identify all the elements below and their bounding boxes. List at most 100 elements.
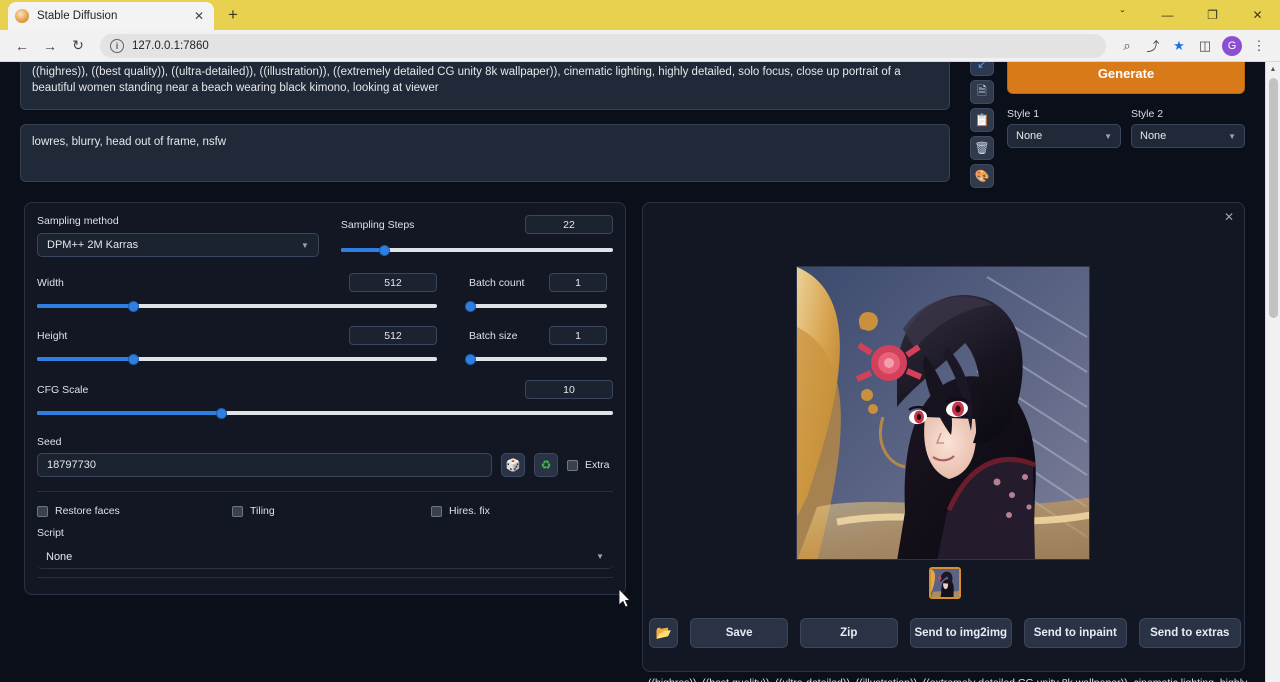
restore-progress-icon[interactable]: ↙ — [970, 62, 994, 76]
height-value[interactable]: 512 — [349, 326, 437, 345]
styles-palette-icon[interactable]: 🎨 — [970, 164, 994, 188]
thumbnail-svg — [931, 569, 959, 597]
script-select[interactable]: None ▼ — [37, 545, 613, 569]
cfg-scale-label: CFG Scale — [37, 384, 88, 396]
gallery-thumbnails — [643, 567, 1246, 599]
info-prompt-line: ((highres)), ((best quality)), ((ultra-d… — [648, 675, 1248, 682]
forward-icon[interactable]: → — [36, 32, 64, 60]
script-label: Script — [37, 527, 613, 539]
restore-faces-checkbox[interactable]: Restore faces — [37, 505, 232, 517]
stable-diffusion-favicon — [15, 9, 29, 23]
maximize-icon[interactable]: ❐ — [1190, 0, 1235, 30]
tab-search-chevron-down-icon[interactable]: ˇ — [1100, 0, 1145, 30]
sampling-method-value: DPM++ 2M Karras — [47, 239, 138, 251]
sampling-steps-label: Sampling Steps — [341, 219, 415, 231]
send-to-inpaint-button[interactable]: Send to inpaint — [1024, 618, 1126, 648]
sampling-method-select[interactable]: DPM++ 2M Karras ▼ — [37, 233, 319, 257]
share-icon[interactable]: ⤴ — [1140, 33, 1166, 59]
save-button[interactable]: Save — [690, 618, 788, 648]
height-batchsize-row: Height 512 Batch size 1 — [37, 326, 613, 366]
send-to-extras-button[interactable]: Send to extras — [1139, 618, 1241, 648]
cfg-scale-slider[interactable] — [37, 406, 613, 420]
tab-title: Stable Diffusion — [37, 10, 191, 22]
restore-faces-checkbox-box[interactable] — [37, 506, 48, 517]
minimize-icon[interactable]: — — [1145, 0, 1190, 30]
browser-window: Stable Diffusion ✕ + ˇ — ❐ ✕ ← → ↻ i 127… — [0, 0, 1280, 682]
menu-icon[interactable]: ⋮ — [1246, 33, 1272, 59]
cfg-scale-value[interactable]: 10 — [525, 380, 613, 399]
hires-fix-checkbox-box[interactable] — [431, 506, 442, 517]
batch-count-value[interactable]: 1 — [549, 273, 607, 292]
scroll-up-arrow-icon[interactable]: ▲ — [1266, 62, 1280, 76]
style-1-group: Style 1 None ▼ — [1007, 108, 1121, 148]
width-slider[interactable] — [37, 299, 437, 313]
sampling-steps-slider[interactable] — [341, 243, 613, 257]
prompt-tools: ↙ 🗎 📋 🗑 🎨 — [970, 62, 994, 188]
side-panel-icon[interactable]: ◫ — [1192, 33, 1218, 59]
tiling-checkbox[interactable]: Tiling — [232, 505, 431, 517]
generate-button[interactable]: Generate — [1007, 62, 1245, 94]
sampling-steps-group: Sampling Steps 22 — [341, 215, 613, 257]
address-bar[interactable]: i 127.0.0.1:7860 — [100, 34, 1106, 58]
random-seed-dice-icon[interactable]: 🎲 — [501, 453, 525, 477]
style-2-value: None — [1140, 130, 1166, 142]
new-tab-button[interactable]: + — [220, 2, 246, 28]
profile-avatar[interactable]: G — [1222, 36, 1242, 56]
page-scrollbar[interactable]: ▲ — [1265, 62, 1280, 682]
batch-count-label: Batch count — [469, 277, 524, 289]
restore-faces-label: Restore faces — [55, 505, 120, 517]
result-panel: ✕ — [642, 202, 1245, 672]
close-icon[interactable]: ✕ — [191, 8, 207, 24]
style-1-select[interactable]: None ▼ — [1007, 124, 1121, 148]
tab-strip: Stable Diffusion ✕ + ˇ — ❐ ✕ — [0, 0, 1280, 30]
batch-size-label: Batch size — [469, 330, 517, 342]
extra-checkbox[interactable]: Extra — [567, 459, 610, 471]
batch-count-slider[interactable] — [469, 299, 607, 313]
sampling-method-group: Sampling method DPM++ 2M Karras ▼ — [37, 215, 319, 257]
bookmark-star-icon[interactable]: ★ — [1166, 33, 1192, 59]
chevron-down-icon: ▼ — [301, 241, 309, 250]
seed-input[interactable]: 18797730 — [37, 453, 492, 477]
page-viewport: ((highres)), ((best quality)), ((ultra-d… — [0, 62, 1280, 682]
gallery-thumbnail[interactable] — [929, 567, 961, 599]
site-info-icon[interactable]: i — [110, 39, 124, 53]
extra-checkbox-box[interactable] — [567, 460, 578, 471]
window-close-icon[interactable]: ✕ — [1235, 0, 1280, 30]
batch-size-slider[interactable] — [469, 352, 607, 366]
reload-icon[interactable]: ↻ — [64, 32, 92, 60]
chevron-down-icon: ▼ — [1104, 132, 1112, 141]
style-2-label: Style 2 — [1131, 108, 1245, 120]
script-value: None — [46, 551, 72, 563]
window-controls: ˇ — ❐ ✕ — [1100, 0, 1280, 30]
url-text: 127.0.0.1:7860 — [132, 40, 209, 52]
sampling-steps-value[interactable]: 22 — [525, 215, 613, 234]
reuse-seed-recycle-icon[interactable]: ♻ — [534, 453, 558, 477]
search-icon[interactable]: ⌕ — [1114, 33, 1140, 59]
back-icon[interactable]: ← — [8, 32, 36, 60]
open-folder-button[interactable]: 📂 — [649, 618, 678, 648]
batch-size-value[interactable]: 1 — [549, 326, 607, 345]
close-icon[interactable]: ✕ — [1224, 210, 1234, 224]
clear-prompt-icon[interactable]: 🗑 — [970, 136, 994, 160]
style-1-label: Style 1 — [1007, 108, 1121, 120]
mouse-cursor — [619, 589, 633, 609]
paste-icon[interactable]: 🗎 — [970, 80, 994, 104]
scrollbar-thumb[interactable] — [1269, 78, 1278, 318]
hires-fix-checkbox[interactable]: Hires. fix — [431, 505, 490, 517]
positive-prompt-input[interactable]: ((highres)), ((best quality)), ((ultra-d… — [20, 62, 950, 110]
generation-info: ((highres)), ((best quality)), ((ultra-d… — [648, 675, 1248, 682]
width-value[interactable]: 512 — [349, 273, 437, 292]
send-to-img2img-button[interactable]: Send to img2img — [910, 618, 1012, 648]
browser-tab[interactable]: Stable Diffusion ✕ — [8, 2, 214, 30]
generated-image[interactable] — [796, 266, 1090, 560]
chevron-down-icon: ▼ — [596, 552, 604, 561]
webui-content: ((highres)), ((best quality)), ((ultra-d… — [0, 62, 1265, 682]
negative-prompt-input[interactable]: lowres, blurry, head out of frame, nsfw — [20, 124, 950, 182]
styles-row: Style 1 None ▼ Style 2 None ▼ — [1007, 108, 1245, 148]
style-2-select[interactable]: None ▼ — [1131, 124, 1245, 148]
clipboard-icon[interactable]: 📋 — [970, 108, 994, 132]
tiling-checkbox-box[interactable] — [232, 506, 243, 517]
height-slider[interactable] — [37, 352, 437, 366]
extra-checkbox-label: Extra — [585, 459, 610, 471]
zip-button[interactable]: Zip — [800, 618, 898, 648]
